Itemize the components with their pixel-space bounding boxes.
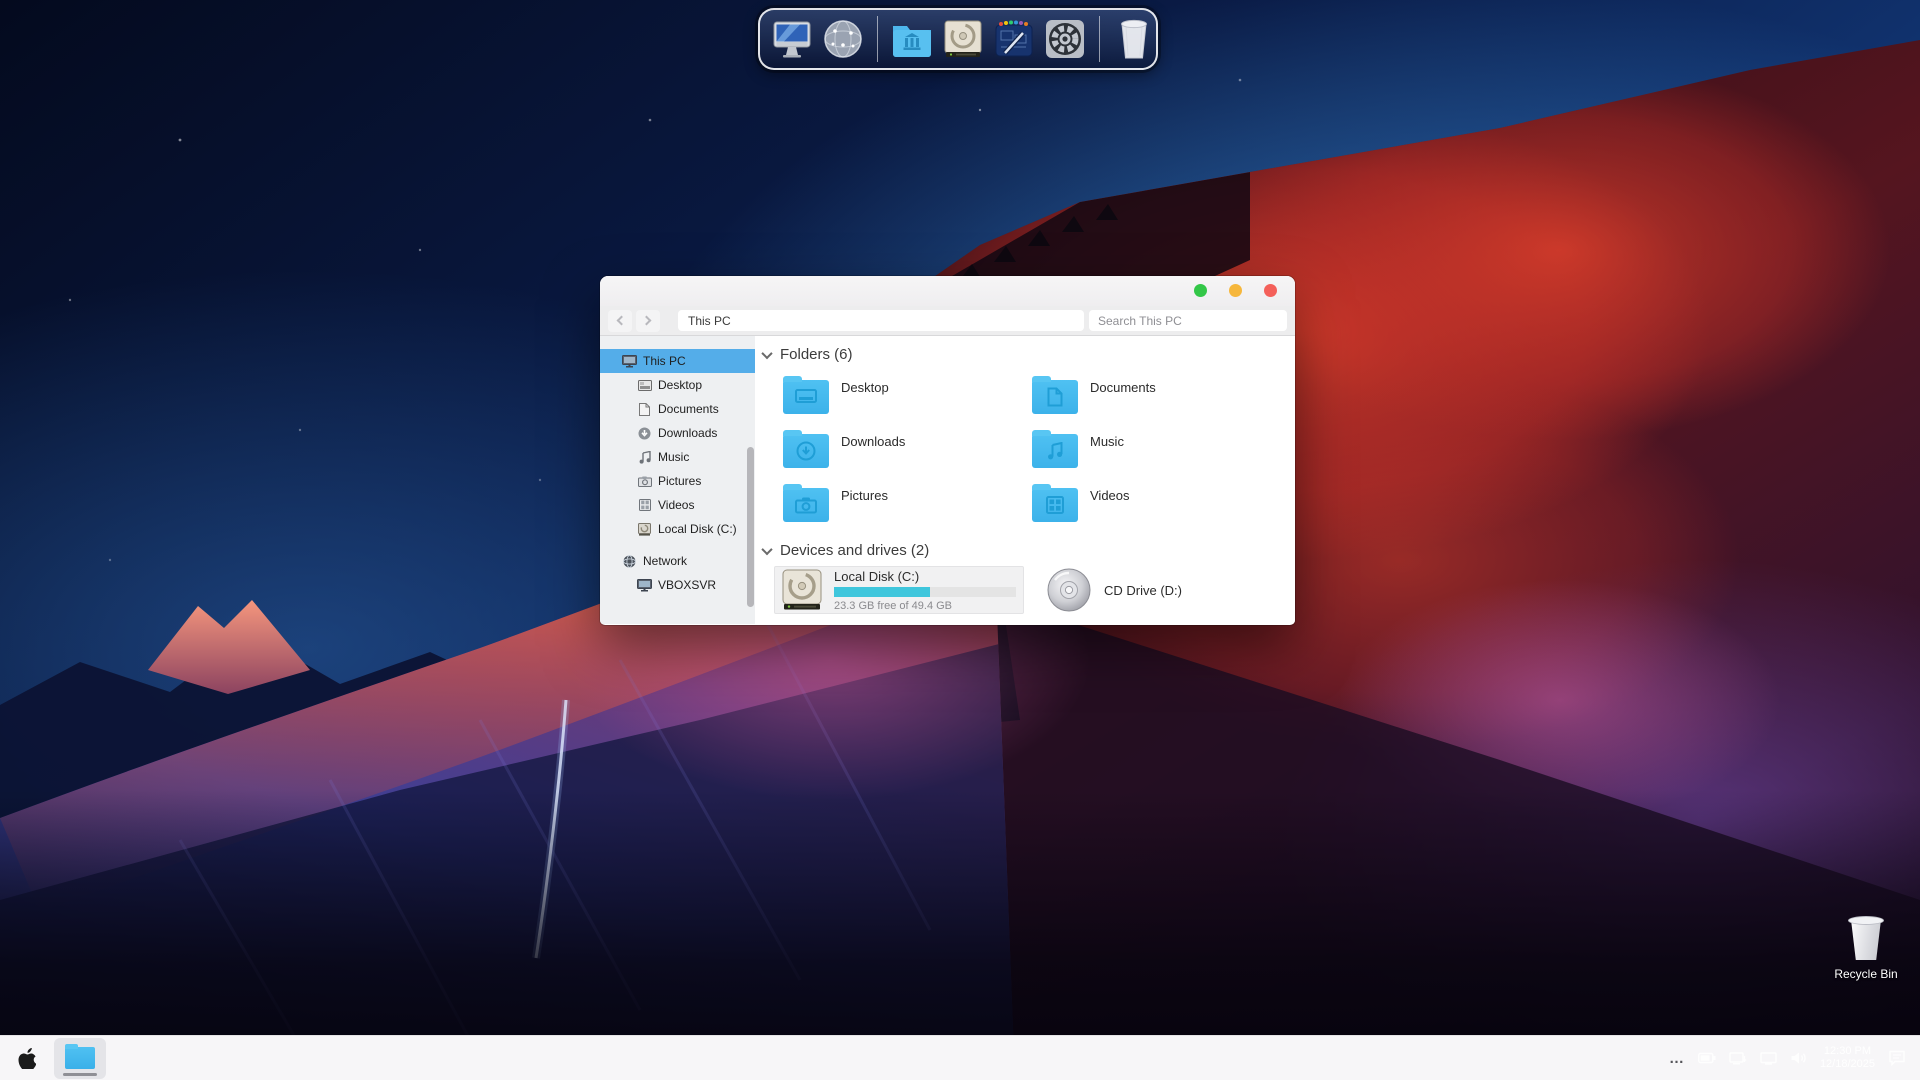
sidebar-item-videos[interactable]: Videos xyxy=(600,493,755,517)
devices-row: Local Disk (C:) 23.3 GB free of 49.4 GB xyxy=(774,566,1266,614)
folder-item-videos[interactable]: Videos xyxy=(1032,484,1281,538)
computer-icon xyxy=(637,578,652,592)
folder-item-music[interactable]: Music xyxy=(1032,430,1281,484)
content-pane: Folders (6) Desktop Documents Downloads … xyxy=(755,336,1295,624)
folder-item-desktop[interactable]: Desktop xyxy=(783,376,1032,430)
folder-icon xyxy=(65,1044,95,1069)
dock-hard-drive-icon[interactable] xyxy=(941,16,985,62)
disk-usage-fill xyxy=(834,586,931,597)
sidebar-item-local-disk-c[interactable]: Local Disk (C:) xyxy=(600,517,755,541)
drive-item-cd-d[interactable]: CD Drive (D:) xyxy=(1046,566,1266,614)
display-icon[interactable] xyxy=(1760,1051,1777,1065)
close-traffic-light[interactable] xyxy=(1264,284,1277,297)
cd-icon xyxy=(1047,568,1091,612)
dock xyxy=(758,8,1158,70)
collapse-chevron-icon xyxy=(761,543,773,555)
folder-icon xyxy=(1032,430,1078,468)
collapse-chevron-icon xyxy=(761,347,773,359)
network-icon xyxy=(622,554,637,568)
sidebar-item-documents[interactable]: Documents xyxy=(600,397,755,421)
folder-item-documents[interactable]: Documents xyxy=(1032,376,1281,430)
sidebar: This PC Desktop Documents Downloads Musi… xyxy=(600,336,755,624)
tray-overflow-button[interactable]: … xyxy=(1669,1050,1685,1067)
dock-network-globe-icon[interactable] xyxy=(821,16,865,62)
window-titlebar[interactable] xyxy=(600,276,1295,306)
search-input[interactable] xyxy=(1089,310,1287,331)
download-icon xyxy=(637,426,652,440)
sidebar-item-music[interactable]: Music xyxy=(600,445,755,469)
running-app-indicator xyxy=(63,1072,97,1076)
folder-icon xyxy=(783,484,829,522)
dock-trash-icon[interactable] xyxy=(1112,16,1156,62)
devices-group-header[interactable]: Devices and drives (2) xyxy=(761,542,929,559)
taskbar: … 12:30 PM 12/18/2025 xyxy=(0,1035,1920,1080)
dock-computer-icon[interactable] xyxy=(770,16,814,62)
folder-item-pictures[interactable]: Pictures xyxy=(783,484,1032,538)
battery-icon[interactable] xyxy=(1698,1052,1716,1064)
sidebar-item-downloads[interactable]: Downloads xyxy=(600,421,755,445)
dock-settings-gear-icon[interactable] xyxy=(1043,16,1087,62)
minimize-traffic-light[interactable] xyxy=(1229,284,1242,297)
maximize-traffic-light[interactable] xyxy=(1194,284,1207,297)
clock-time: 12:30 PM xyxy=(1823,1045,1872,1057)
sidebar-item-vboxsvr[interactable]: VBOXSVR xyxy=(600,573,755,597)
dock-separator xyxy=(1099,16,1100,62)
recycle-bin-label: Recycle Bin xyxy=(1834,967,1898,981)
sidebar-scrollbar[interactable] xyxy=(747,447,754,607)
back-button[interactable] xyxy=(608,309,632,332)
folder-icon xyxy=(1032,484,1078,522)
action-center-icon[interactable] xyxy=(1888,1050,1906,1066)
dock-library-folder-icon[interactable] xyxy=(890,16,934,62)
sidebar-item-network[interactable]: Network xyxy=(600,549,755,573)
folders-group-header[interactable]: Folders (6) xyxy=(761,346,853,363)
sidebar-item-this-pc[interactable]: This PC xyxy=(600,349,755,373)
disk-usage-bar xyxy=(834,586,1016,597)
taskbar-clock[interactable]: 12:30 PM 12/18/2025 xyxy=(1820,1045,1875,1071)
folder-icon xyxy=(783,430,829,468)
hard-drive-icon xyxy=(782,569,822,610)
sidebar-item-desktop[interactable]: Desktop xyxy=(600,373,755,397)
address-bar[interactable] xyxy=(678,310,1084,331)
document-icon xyxy=(637,402,652,416)
drive-item-local-disk-c[interactable]: Local Disk (C:) 23.3 GB free of 49.4 GB xyxy=(774,566,1024,614)
volume-icon[interactable] xyxy=(1790,1051,1807,1065)
folder-item-downloads[interactable]: Downloads xyxy=(783,430,1032,484)
trash-icon xyxy=(1846,916,1886,962)
folders-grid: Desktop Documents Downloads Music Pictur… xyxy=(783,376,1281,538)
chevron-right-icon xyxy=(641,315,652,326)
recycle-bin[interactable]: Recycle Bin xyxy=(1824,916,1908,981)
taskbar-explorer-button[interactable] xyxy=(54,1037,106,1079)
computer-icon xyxy=(622,354,637,368)
videos-icon xyxy=(637,498,652,512)
hard-drive-icon xyxy=(637,522,652,536)
file-explorer-window: This PC Desktop Documents Downloads xyxy=(600,276,1295,625)
pictures-icon xyxy=(637,474,652,488)
music-icon xyxy=(637,450,652,464)
dock-utilities-icon[interactable] xyxy=(992,16,1036,62)
folder-icon xyxy=(783,376,829,414)
folder-icon xyxy=(1032,376,1078,414)
network-icon[interactable] xyxy=(1729,1051,1747,1065)
desktop-icon xyxy=(637,378,652,392)
clock-date: 12/18/2025 xyxy=(1819,1058,1875,1070)
forward-button[interactable] xyxy=(636,309,660,332)
apple-icon xyxy=(18,1047,36,1069)
apple-menu-button[interactable] xyxy=(14,1043,40,1073)
sidebar-item-pictures[interactable]: Pictures xyxy=(600,469,755,493)
navigation-bar xyxy=(600,306,1295,336)
dock-separator xyxy=(877,16,878,62)
chevron-left-icon xyxy=(616,315,627,326)
